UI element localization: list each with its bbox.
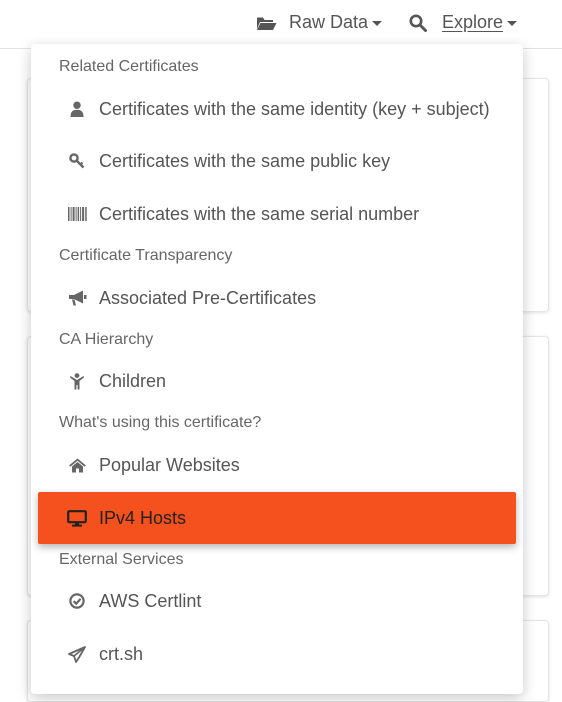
explore-dropdown-menu: Related Certificates Certificates with t… [31,44,523,694]
desktop-icon [67,509,87,527]
menu-item-label: Associated Pre-Certificates [99,287,317,308]
section-header-certificate-transparency: Certificate Transparency [59,247,233,264]
bullhorn-icon [67,290,87,306]
folder-open-icon [256,15,277,31]
paper-plane-icon [67,645,87,663]
raw-data-label: Raw Data [289,12,369,32]
menu-item-label: crt.sh [99,643,144,664]
child-icon [67,372,87,390]
menu-item-aws-certlint[interactable]: AWS Certlint [31,575,523,627]
raw-data-menu[interactable]: Raw Data [256,12,383,33]
menu-item-same-serial-number[interactable]: Certificates with the same serial number [31,188,523,240]
menu-item-crt-sh[interactable]: crt.sh [31,628,523,680]
menu-item-label: Certificates with the same serial number [99,203,420,224]
user-icon [67,101,87,117]
section-header-whats-using: What's using this certificate? [59,414,262,431]
menu-item-children[interactable]: Children [31,355,523,407]
explore-menu[interactable]: Explore [409,12,518,33]
section-header-external-services: External Services [59,551,184,568]
menu-item-label: Certificates with the same public key [99,150,391,171]
top-navbar: Raw Data Explore [0,0,562,49]
key-icon [67,153,87,169]
check-circle-icon [67,593,87,609]
home-icon [67,458,87,473]
menu-item-same-identity[interactable]: Certificates with the same identity (key… [31,83,523,135]
menu-item-label: IPv4 Hosts [99,507,187,528]
chevron-down-icon [507,21,518,26]
section-header-ca-hierarchy: CA Hierarchy [59,331,154,348]
search-icon [409,14,427,32]
explore-label: Explore [442,12,504,32]
chevron-down-icon [372,21,383,26]
menu-item-label: AWS Certlint [99,590,202,611]
menu-item-label: Children [99,370,167,391]
section-header-related-certificates: Related Certificates [59,58,199,75]
menu-item-popular-websites[interactable]: Popular Websites [31,439,523,491]
menu-item-label: Popular Websites [99,454,240,475]
menu-item-label: Certificates with the same identity (key… [99,98,490,119]
menu-item-same-public-key[interactable]: Certificates with the same public key [31,135,523,187]
menu-item-ipv4-hosts[interactable]: IPv4 Hosts [38,492,516,544]
menu-item-associated-pre-certificates[interactable]: Associated Pre-Certificates [31,272,523,324]
barcode-icon [67,207,87,221]
